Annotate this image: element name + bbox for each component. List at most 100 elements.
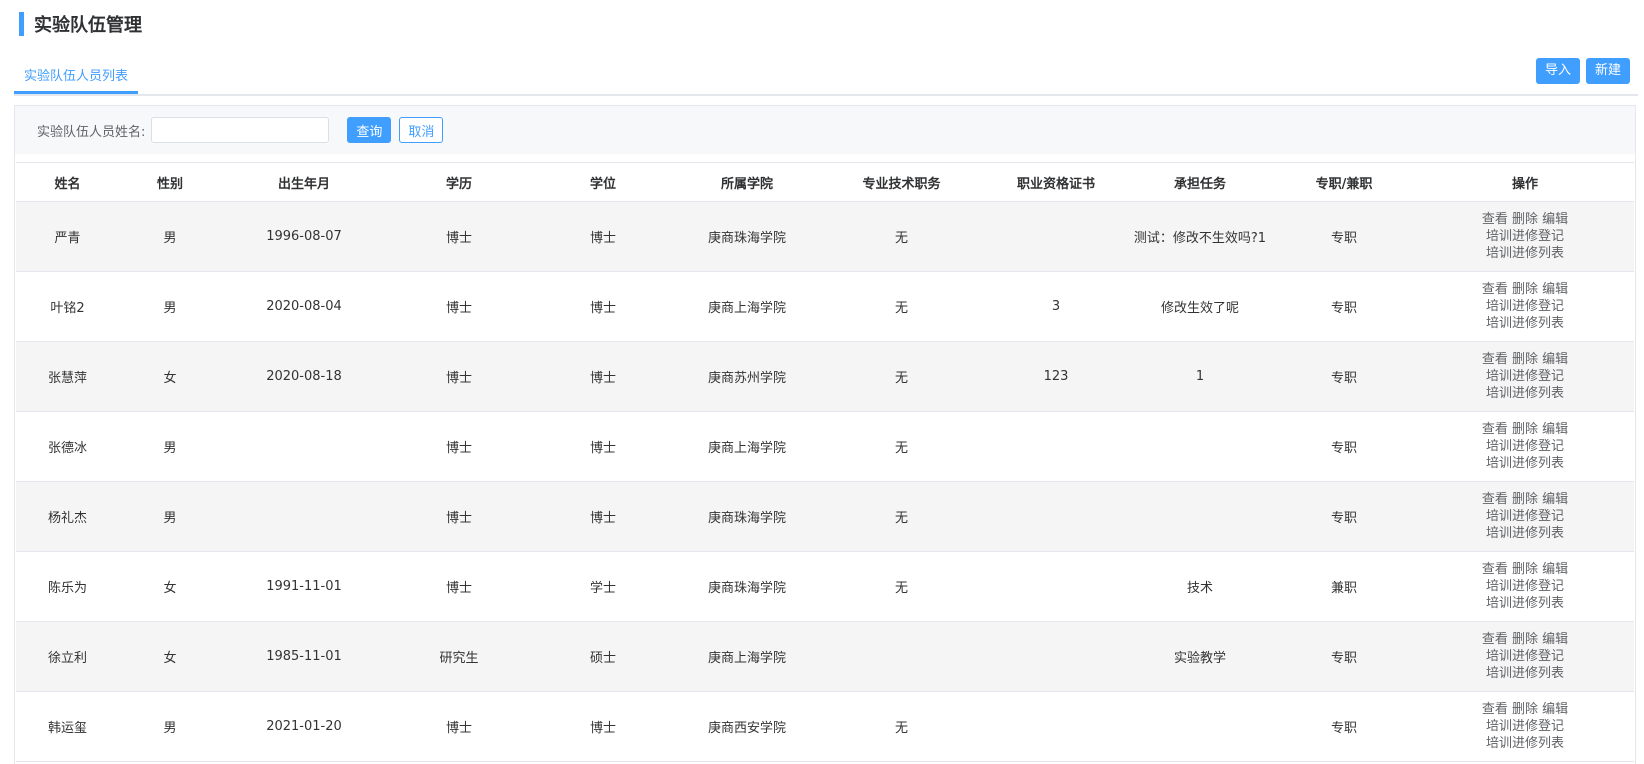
cell-title: [819, 621, 984, 692]
cell-education: 博士: [387, 411, 531, 482]
search-label: 实验队伍人员姓名:: [37, 124, 146, 140]
training-register-link[interactable]: 培训进修登记: [1486, 509, 1564, 524]
edit-link[interactable]: 编辑: [1542, 562, 1568, 577]
cell-gender: 女: [119, 341, 221, 412]
view-link[interactable]: 查看: [1482, 702, 1508, 717]
row-actions: 查看 删除 编辑培训进修登记 培训进修列表: [1416, 201, 1634, 272]
cancel-button[interactable]: 取消: [399, 117, 444, 143]
row-actions-line: 查看 删除 编辑: [1420, 281, 1630, 298]
cell-college: 庚商珠海学院: [675, 551, 819, 622]
page-title: 实验队伍管理: [34, 15, 142, 36]
delete-link[interactable]: 删除: [1512, 632, 1538, 647]
top-actions: 导入 新建: [1535, 58, 1630, 84]
delete-link[interactable]: 删除: [1512, 282, 1538, 297]
cell-gender: 男: [119, 691, 221, 762]
row-actions-line: 查看 删除 编辑: [1420, 351, 1630, 368]
search-name-input[interactable]: [151, 117, 330, 143]
new-button[interactable]: 新建: [1585, 58, 1630, 84]
cell-degree: 学士: [531, 551, 675, 622]
table-row: 严青男 1996-08-07 博士 博士 庚商珠海学院无测试：修改不生效吗?1 专职 查看 …: [16, 201, 1634, 272]
cell-education: 研究生: [387, 621, 531, 692]
cell-birth: 2020-08-18: [221, 341, 387, 412]
cell-task: 修改生效了呢: [1128, 271, 1272, 342]
training-list-link[interactable]: 培训进修列表: [1486, 456, 1564, 471]
cell-gender: 女: [119, 621, 221, 692]
table-body: 严青男 1996-08-07 博士 博士 庚商珠海学院无测试：修改不生效吗?1 专职 查看 …: [16, 201, 1634, 762]
view-link[interactable]: 查看: [1482, 282, 1508, 297]
column-header: 所属学院: [675, 162, 819, 202]
cell-education: 博士: [387, 481, 531, 552]
cell-college: 庚商上海学院: [675, 621, 819, 692]
edit-link[interactable]: 编辑: [1542, 422, 1568, 437]
cell-name: 徐立利: [16, 621, 119, 692]
view-link[interactable]: 查看: [1482, 632, 1508, 647]
cell-cert: [984, 551, 1128, 622]
row-actions-line: 培训进修列表: [1420, 525, 1630, 542]
row-actions-line: 培训进修登记: [1420, 508, 1630, 525]
cell-cert: [984, 411, 1128, 482]
view-link[interactable]: 查看: [1482, 352, 1508, 367]
cell-birth: [221, 411, 387, 482]
cell-name: 张德冰: [16, 411, 119, 482]
cell-title: 无: [819, 551, 984, 622]
cell-task: 实验教学: [1128, 621, 1272, 692]
delete-link[interactable]: 删除: [1512, 492, 1538, 507]
table-row: 杨礼杰男博士 博士 庚商珠海学院无专职 查看 删除 编辑 培训进修登记 培训进修列表: [16, 481, 1634, 552]
edit-link[interactable]: 编辑: [1542, 282, 1568, 297]
edit-link[interactable]: 编辑: [1542, 632, 1568, 647]
training-list-link[interactable]: 培训进修列表: [1486, 316, 1564, 331]
cell-task: 1: [1128, 341, 1272, 412]
cell-degree: 博士: [531, 691, 675, 762]
cell-degree: 博士: [531, 341, 675, 412]
tab-team-member-list[interactable]: 实验队伍人员列表: [14, 58, 139, 94]
training-register-link[interactable]: 培训进修登记: [1486, 229, 1564, 244]
import-button[interactable]: 导入: [1535, 58, 1580, 84]
training-register-link[interactable]: 培训进修登记: [1486, 719, 1564, 734]
delete-link[interactable]: 删除: [1512, 352, 1538, 367]
training-list-link[interactable]: 培训进修列表: [1486, 386, 1564, 401]
training-list-link[interactable]: 培训进修列表: [1486, 596, 1564, 611]
edit-link[interactable]: 编辑: [1542, 352, 1568, 367]
table-row: 张慧萍女 2020-08-18 博士 博士 庚商苏州学院无 123 1 专职 查看 删除 编辑培…: [16, 341, 1634, 412]
cell-type: 专职: [1272, 271, 1416, 342]
cell-birth: 1985-11-01: [221, 621, 387, 692]
tab-bar: 实验队伍人员列表 导入 新建: [14, 58, 1638, 96]
view-link[interactable]: 查看: [1482, 492, 1508, 507]
cell-name: 杨礼杰: [16, 481, 119, 552]
cell-type: 专职: [1272, 411, 1416, 482]
training-list-link[interactable]: 培训进修列表: [1486, 666, 1564, 681]
view-link[interactable]: 查看: [1482, 422, 1508, 437]
title-accent-bar: [19, 12, 24, 36]
training-register-link[interactable]: 培训进修登记: [1486, 579, 1564, 594]
table-header-row: 姓名 性别 出生年月 学历 学位 所属学院 专业技术职务 职业资格证书 承担任务 专职/兼职 操作: [16, 162, 1634, 202]
cell-degree: 博士: [531, 201, 675, 272]
table-row: 张德冰男博士 博士 庚商上海学院无专职 查看 删除 编辑 培训进修登记 培训进修列表: [16, 411, 1634, 482]
cell-education: 博士: [387, 691, 531, 762]
edit-link[interactable]: 编辑: [1542, 212, 1568, 227]
training-list-link[interactable]: 培训进修列表: [1486, 246, 1564, 261]
edit-link[interactable]: 编辑: [1542, 492, 1568, 507]
delete-link[interactable]: 删除: [1512, 422, 1538, 437]
delete-link[interactable]: 删除: [1512, 702, 1538, 717]
cell-cert: [984, 201, 1128, 272]
delete-link[interactable]: 删除: [1512, 212, 1538, 227]
training-register-link[interactable]: 培训进修登记: [1486, 369, 1564, 384]
query-button[interactable]: 查询: [347, 117, 392, 143]
row-actions-line: 培训进修登记: [1420, 648, 1630, 665]
cell-cert: 3: [984, 271, 1128, 342]
edit-link[interactable]: 编辑: [1542, 702, 1568, 717]
view-link[interactable]: 查看: [1482, 212, 1508, 227]
training-register-link[interactable]: 培训进修登记: [1486, 439, 1564, 454]
view-link[interactable]: 查看: [1482, 562, 1508, 577]
training-list-link[interactable]: 培训进修列表: [1486, 526, 1564, 541]
cell-name: 陈乐为: [16, 551, 119, 622]
cell-birth: 2021-01-20: [221, 691, 387, 762]
cell-title: 无: [819, 481, 984, 552]
column-header: 承担任务: [1128, 162, 1272, 202]
delete-link[interactable]: 删除: [1512, 562, 1538, 577]
cell-type: 兼职: [1272, 551, 1416, 622]
training-register-link[interactable]: 培训进修登记: [1486, 299, 1564, 314]
training-list-link[interactable]: 培训进修列表: [1486, 736, 1564, 751]
training-register-link[interactable]: 培训进修登记: [1486, 649, 1564, 664]
table-row: 韩运玺男 2021-01-20 博士 博士 庚商西安学院无专职 查看 删除 编辑 培训进修登…: [16, 691, 1634, 762]
